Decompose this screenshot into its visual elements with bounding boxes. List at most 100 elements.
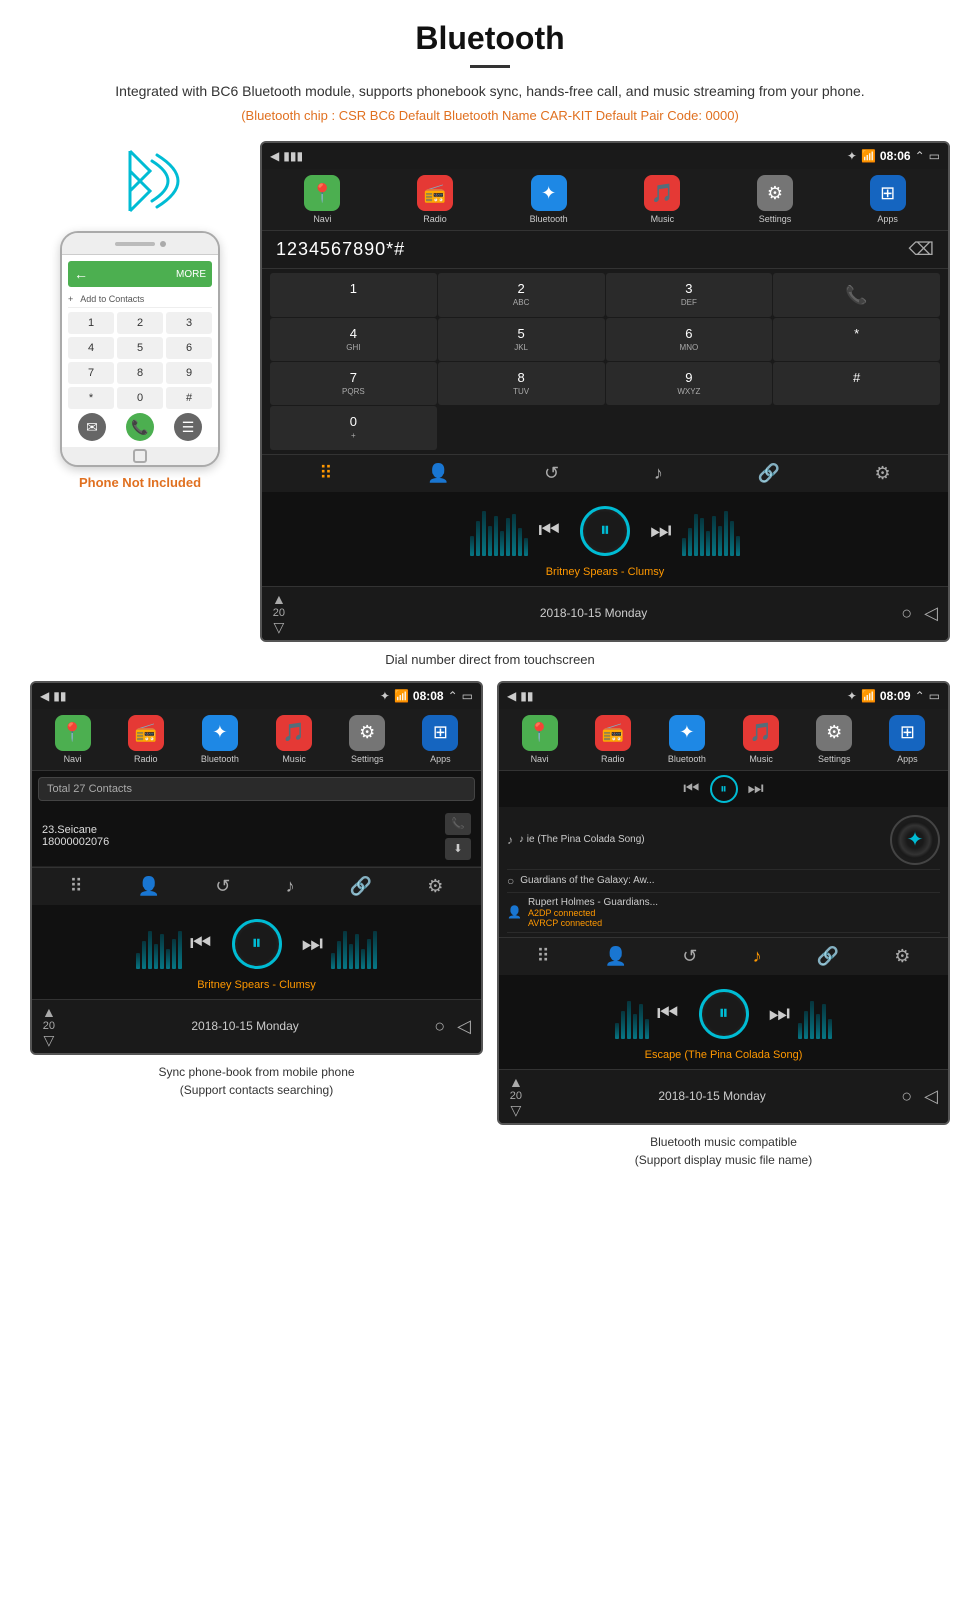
bt-down-arrow[interactable]: ▽ [511,1102,522,1119]
pb-contacts-nav[interactable]: 👤 [138,876,160,897]
prev-button[interactable]: ⏮ [538,517,560,545]
bt-app-music[interactable]: 🎵 Music [743,715,779,764]
pb-up-arrow[interactable]: ▲ [42,1004,56,1020]
dial-star[interactable]: * [773,318,940,361]
app-navi[interactable]: 📍 Navi [304,175,340,224]
pb-window-icon[interactable]: ▭ [462,689,473,703]
backspace-button[interactable]: ⌫ [909,239,934,260]
bt-next-btn[interactable]: ⏭ [769,1000,791,1028]
link-nav-icon[interactable]: 🔗 [757,463,779,484]
menu-button[interactable]: ☰ [174,413,202,441]
message-button[interactable]: ✉ [78,413,106,441]
dial-hash[interactable]: # [773,362,940,405]
pb-back-icon[interactable]: ◀ [40,689,49,703]
key-3[interactable]: 3 [166,312,212,334]
window-icon[interactable]: ▭ [929,149,940,163]
bt-up-arrow[interactable]: ▲ [509,1074,523,1090]
bt-contacts-nav[interactable]: 👤 [605,946,627,967]
pb-expand-icon[interactable]: ⌃ [448,689,458,703]
key-6[interactable]: 6 [166,337,212,359]
up-arrow-icon[interactable]: ▲ [272,591,286,607]
call-button[interactable]: 📞 [126,413,154,441]
pb-app-radio[interactable]: 📻 Radio [128,715,164,764]
bt-music-nav[interactable]: ♪ [753,946,762,967]
bt-dialpad-nav[interactable]: ⠿ [537,946,550,967]
call-contact-button[interactable]: 📞 [445,813,471,835]
key-4[interactable]: 4 [68,337,114,359]
pb-prev-btn[interactable]: ⏮ [190,930,212,958]
dial-3[interactable]: 3DEF [606,273,773,316]
key-0[interactable]: 0 [117,387,163,409]
pb-app-music[interactable]: 🎵 Music [276,715,312,764]
bt-prev-btn[interactable]: ⏮ [657,1000,679,1028]
key-2[interactable]: 2 [117,312,163,334]
call-green-button[interactable]: 📞 [773,273,940,316]
music-nav-icon[interactable]: ♪ [654,463,663,484]
app-radio[interactable]: 📻 Radio [417,175,453,224]
bt-expand-icon[interactable]: ⌃ [915,689,925,703]
pb-next-btn[interactable]: ⏭ [302,930,324,958]
recents-nav-icon[interactable]: ↺ [544,463,559,484]
pb-app-bluetooth[interactable]: ✦ Bluetooth [201,715,239,764]
pb-circle-icon[interactable]: ○ [434,1016,445,1037]
bt-play-small[interactable]: ⏸ [710,775,738,803]
bt-app-radio[interactable]: 📻 Radio [595,715,631,764]
app-music[interactable]: 🎵 Music [644,175,680,224]
bt-play-btn[interactable]: ⏸ [699,989,749,1039]
circle-icon[interactable]: ○ [901,603,912,624]
bt-next-small[interactable]: ⏭ [748,778,764,799]
pb-music-nav[interactable]: ♪ [286,876,295,897]
pb-settings-nav[interactable]: ⚙ [427,876,443,897]
contacts-nav-icon[interactable]: 👤 [427,463,449,484]
key-hash[interactable]: # [166,387,212,409]
pb-app-apps[interactable]: ⊞ Apps [422,715,458,764]
dial-8[interactable]: 8TUV [438,362,605,405]
dial-0-plus[interactable]: 0+ [270,406,437,449]
dial-7[interactable]: 7PQRS [270,362,437,405]
key-star[interactable]: * [68,387,114,409]
bt-back-icon[interactable]: ◀ [507,689,516,703]
dialpad-nav-icon[interactable]: ⠿ [319,463,332,484]
dial-2[interactable]: 2ABC [438,273,605,316]
pb-dialpad-nav[interactable]: ⠿ [70,876,83,897]
dial-1[interactable]: 1⠀ [270,273,437,316]
pb-down-arrow[interactable]: ▽ [44,1032,55,1049]
bt-app-apps[interactable]: ⊞ Apps [889,715,925,764]
bt-settings-nav[interactable]: ⚙ [894,946,910,967]
pb-recents-nav[interactable]: ↺ [215,876,230,897]
pb-app-settings[interactable]: ⚙ Settings [349,715,385,764]
key-8[interactable]: 8 [117,362,163,384]
pb-link-nav[interactable]: 🔗 [350,876,372,897]
app-apps[interactable]: ⊞ Apps [870,175,906,224]
key-7[interactable]: 7 [68,362,114,384]
key-5[interactable]: 5 [117,337,163,359]
bt-prev-small[interactable]: ⏮ [683,778,699,799]
key-9[interactable]: 9 [166,362,212,384]
pb-play-btn[interactable]: ⏸ [232,919,282,969]
bt-back-icon2[interactable]: ◁ [924,1086,938,1107]
bt-window-icon[interactable]: ▭ [929,689,940,703]
bt-circle-icon[interactable]: ○ [901,1086,912,1107]
dial-4[interactable]: 4GHI [270,318,437,361]
back-icon[interactable]: ◀ [270,149,279,163]
settings-nav-icon[interactable]: ⚙ [874,463,890,484]
dial-5[interactable]: 5JKL [438,318,605,361]
dialer-number[interactable]: 1234567890*# [276,239,405,260]
app-settings[interactable]: ⚙ Settings [757,175,793,224]
bt-app-navi[interactable]: 📍 Navi [522,715,558,764]
down-arrow-icon[interactable]: ▽ [274,619,285,636]
back-triangle-icon[interactable]: ◁ [924,603,938,624]
bt-link-nav[interactable]: 🔗 [817,946,839,967]
key-1[interactable]: 1 [68,312,114,334]
pb-back-icon2[interactable]: ◁ [457,1016,471,1037]
app-bluetooth[interactable]: ✦ Bluetooth [530,175,568,224]
dial-6[interactable]: 6MNO [606,318,773,361]
phonebook-search-box[interactable]: Total 27 Contacts [38,777,475,801]
save-contact-button[interactable]: ⬇ [445,838,471,860]
bt-recents-nav[interactable]: ↺ [682,946,697,967]
dial-9[interactable]: 9WXYZ [606,362,773,405]
bt-app-bluetooth[interactable]: ✦ Bluetooth [668,715,706,764]
phone-home-button[interactable] [133,449,147,463]
expand-icon[interactable]: ⌃ [915,149,925,163]
play-pause-button[interactable]: ⏸ [580,506,630,556]
